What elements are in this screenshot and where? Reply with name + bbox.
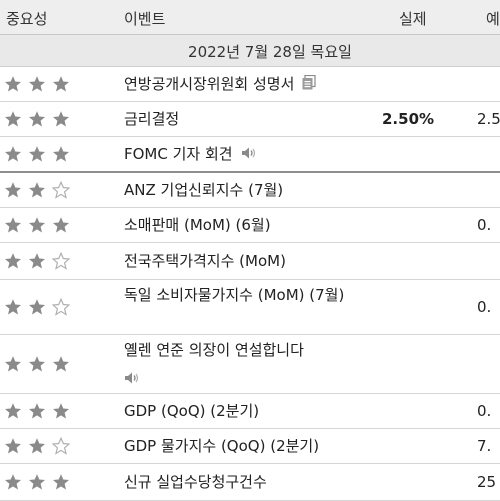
importance-stars (4, 216, 76, 235)
forecast-value: 0. (477, 298, 492, 316)
forecast-value: 7. (477, 437, 492, 455)
event-name[interactable]: GDP 물가지수 (QoQ) (2분기) (124, 434, 319, 458)
star-filled-icon (52, 473, 70, 491)
star-filled-icon (52, 355, 70, 373)
table-row[interactable]: 독일 소비자물가지수 (MoM) (7월) 0. (0, 280, 500, 335)
event-name[interactable]: GDP (QoQ) (2분기) (124, 399, 259, 423)
event-label: 소매판매 (MoM) (6월) (124, 216, 271, 234)
table-row[interactable]: 옐렌 연준 의장이 연설합니다 (0, 335, 500, 394)
star-filled-icon (4, 473, 22, 491)
star-filled-icon (4, 75, 22, 93)
header-forecast[interactable]: 예 (486, 8, 500, 29)
event-label: 연방공개시장위원회 성명서 (124, 75, 295, 93)
event-name[interactable]: 독일 소비자물가지수 (MoM) (7월) (124, 283, 364, 307)
star-filled-icon (52, 75, 70, 93)
star-empty-icon (52, 437, 70, 455)
star-filled-icon (28, 252, 46, 270)
importance-stars (4, 252, 76, 271)
header-actual[interactable]: 실제 (399, 8, 427, 29)
table-row[interactable]: GDP (QoQ) (2분기) 0. (0, 394, 500, 429)
star-filled-icon (28, 145, 46, 163)
event-name[interactable]: 금리결정 (124, 107, 179, 131)
importance-stars (4, 181, 76, 200)
star-filled-icon (28, 402, 46, 420)
star-empty-icon (52, 298, 70, 316)
star-filled-icon (52, 110, 70, 128)
star-empty-icon (52, 252, 70, 270)
importance-stars (4, 355, 76, 374)
star-filled-icon (28, 181, 46, 199)
table-row[interactable]: 금리결정 2.50% 2.5 (0, 102, 500, 137)
table-header: 중요성 이벤트 실제 예 (0, 0, 500, 35)
event-label: ANZ 기업신뢰지수 (7월) (124, 181, 284, 199)
forecast-value: 0. (477, 216, 492, 234)
table-row[interactable]: 신규 실업수당청구건수 25 (0, 464, 500, 501)
event-name[interactable]: ANZ 기업신뢰지수 (7월) (124, 178, 283, 202)
star-filled-icon (52, 402, 70, 420)
forecast-value: 25 (477, 473, 497, 491)
importance-stars (4, 110, 76, 129)
event-name[interactable]: 옐렌 연준 의장이 연설합니다 (124, 338, 304, 392)
event-label: 독일 소비자물가지수 (MoM) (7월) (124, 286, 345, 304)
star-filled-icon (28, 110, 46, 128)
table-row[interactable]: 소매판매 (MoM) (6월) 0. (0, 208, 500, 243)
event-label: 금리결정 (124, 110, 180, 128)
star-empty-icon (52, 181, 70, 199)
event-label: 전국주택가격지수 (MoM) (124, 252, 286, 270)
star-filled-icon (4, 181, 22, 199)
star-filled-icon (4, 402, 22, 420)
star-filled-icon (28, 298, 46, 316)
star-filled-icon (52, 145, 70, 163)
star-filled-icon (28, 473, 46, 491)
importance-stars (4, 298, 76, 317)
table-row[interactable]: 전국주택가격지수 (MoM) (0, 243, 500, 280)
star-filled-icon (52, 216, 70, 234)
star-filled-icon (4, 145, 22, 163)
star-filled-icon (28, 355, 46, 373)
star-filled-icon (4, 216, 22, 234)
event-name[interactable]: 소매판매 (MoM) (6월) (124, 213, 271, 237)
event-name[interactable]: 전국주택가격지수 (MoM) (124, 249, 286, 273)
event-label: FOMC 기자 회견 (124, 145, 233, 163)
star-filled-icon (28, 75, 46, 93)
actual-value: 2.50% (382, 110, 435, 128)
importance-stars (4, 402, 76, 421)
table-row[interactable]: 연방공개시장위원회 성명서 (0, 67, 500, 102)
document-icon[interactable] (302, 73, 316, 97)
event-label: GDP (QoQ) (2분기) (124, 402, 260, 420)
table-row[interactable]: GDP 물가지수 (QoQ) (2분기) 7. (0, 429, 500, 464)
importance-stars (4, 75, 76, 94)
speaker-icon[interactable] (124, 368, 140, 392)
star-filled-icon (4, 252, 22, 270)
forecast-value: 2.5 (477, 110, 500, 128)
star-filled-icon (28, 437, 46, 455)
importance-stars (4, 145, 76, 164)
event-label: 신규 실업수당청구건수 (124, 473, 267, 491)
star-filled-icon (4, 110, 22, 128)
speaker-icon[interactable] (241, 143, 257, 167)
date-label: 2022년 7월 28일 목요일 (188, 43, 352, 61)
event-label: 옐렌 연준 의장이 연설합니다 (124, 341, 304, 359)
event-name[interactable]: 신규 실업수당청구건수 (124, 470, 267, 494)
star-filled-icon (4, 298, 22, 316)
star-filled-icon (28, 216, 46, 234)
event-name[interactable]: 연방공개시장위원회 성명서 (124, 72, 316, 97)
importance-stars (4, 437, 76, 456)
table-row[interactable]: ANZ 기업신뢰지수 (7월) (0, 173, 500, 208)
table-row[interactable]: FOMC 기자 회견 (0, 137, 500, 173)
header-event[interactable]: 이벤트 (124, 8, 165, 29)
event-label: GDP 물가지수 (QoQ) (2분기) (124, 437, 320, 455)
star-filled-icon (4, 355, 22, 373)
event-name[interactable]: FOMC 기자 회견 (124, 142, 257, 167)
date-row: 2022년 7월 28일 목요일 (0, 35, 500, 67)
header-importance[interactable]: 중요성 (6, 8, 47, 29)
forecast-value: 0. (477, 402, 492, 420)
star-filled-icon (4, 437, 22, 455)
importance-stars (4, 473, 76, 492)
